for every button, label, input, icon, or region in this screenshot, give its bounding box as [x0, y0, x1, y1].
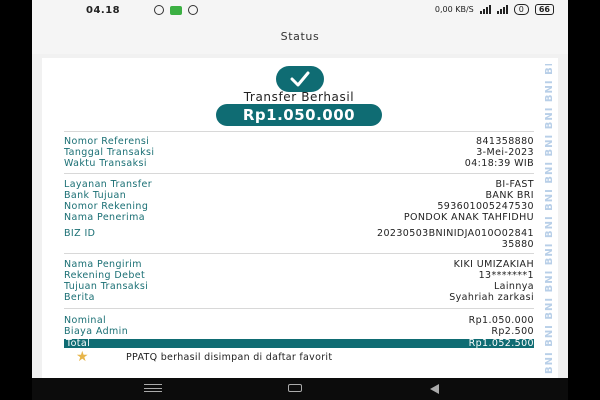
detail-label: Waktu Transaksi	[64, 158, 147, 169]
favorite-notice: ★ PPATQ berhasil disimpan di daftar favo…	[64, 350, 534, 366]
check-icon	[290, 71, 310, 87]
detail-value: BANK BRI	[485, 190, 534, 201]
notification-icons	[154, 5, 198, 15]
divider	[64, 173, 534, 174]
detail-value: Rp2.500	[491, 326, 534, 337]
detail-value: 3-Mei-2023	[476, 147, 534, 158]
detail-row-biz: BIZ ID 20230503BNINIDJA010O02841 35880	[64, 228, 534, 250]
detail-label: BIZ ID	[64, 228, 96, 239]
detail-row: Nominal Rp1.050.000	[64, 315, 534, 326]
detail-value: 841358880	[476, 136, 534, 147]
detail-row: Nomor Rekening 593601005247530	[64, 201, 534, 212]
detail-label: Nama Penerima	[64, 212, 145, 223]
detail-row: Bank Tujuan BANK BRI	[64, 190, 534, 201]
detail-value: KIKI UMIZAKIAH	[453, 259, 534, 270]
detail-label: Tujuan Transaksi	[64, 281, 149, 292]
navigation-bar	[32, 378, 568, 400]
detail-value: Rp1.050.000	[468, 315, 534, 326]
detail-label: Layanan Transfer	[64, 179, 153, 190]
detail-value: 04:18:39 WIB	[464, 158, 534, 169]
status-pill: 0	[513, 4, 529, 15]
detail-row: Berita Syahriah zarkasi	[64, 292, 534, 303]
detail-label: Rekening Debet	[64, 270, 146, 281]
success-title: Transfer Berhasil	[243, 90, 355, 104]
app-notification-icon	[170, 5, 182, 15]
clock: 04.18	[86, 5, 121, 16]
whatsapp-icon	[154, 5, 164, 15]
detail-row: Biaya Admin Rp2.500	[64, 326, 534, 337]
divider	[64, 308, 534, 309]
detail-value: Syahriah zarkasi	[449, 292, 534, 303]
detail-label: Nomor Rekening	[64, 201, 149, 212]
detail-value-cont: 35880	[501, 239, 534, 250]
divider	[64, 253, 534, 254]
recent-apps-icon[interactable]	[144, 384, 162, 392]
detail-row: Tanggal Transaksi 3-Mei-2023	[64, 147, 534, 158]
detail-value: Lainnya	[493, 281, 534, 292]
detail-row: Tujuan Transaksi Lainnya	[64, 281, 534, 292]
settings-notification-icon	[188, 5, 198, 15]
detail-row: Rekening Debet 13*******1	[64, 270, 534, 281]
page-title: Status	[280, 30, 320, 43]
success-badge	[276, 66, 324, 92]
detail-label: Nomor Referensi	[64, 136, 150, 147]
total-row: Total Rp1.052.500	[64, 339, 534, 348]
phone-screen: 04.18 0,00 KB/S 0 66 Status BNI BNI BNI …	[32, 0, 568, 400]
detail-row: Nama Pengirim KIKI UMIZAKIAH	[64, 259, 534, 270]
network-speed: 0,00 KB/S	[434, 5, 474, 14]
receipt-card: BNI BNI BNI BNI BNI BNI BNI BNI BNI BNI …	[42, 58, 558, 378]
total-label: Total	[66, 338, 91, 349]
bni-watermark: BNI BNI BNI BNI BNI BNI BNI BNI BNI BNI …	[544, 64, 555, 374]
signal-icon-2	[496, 5, 508, 14]
detail-label: Nama Pengirim	[64, 259, 142, 270]
detail-label: Biaya Admin	[64, 326, 129, 337]
divider	[64, 131, 534, 132]
detail-value: BI-FAST	[495, 179, 534, 190]
detail-label: Berita	[64, 292, 95, 303]
detail-label: Nominal	[64, 315, 107, 326]
back-icon[interactable]	[430, 384, 439, 394]
battery-icon: 66	[534, 4, 554, 15]
detail-label: Tanggal Transaksi	[64, 147, 155, 158]
detail-row: Waktu Transaksi 04:18:39 WIB	[64, 158, 534, 169]
favorite-text: PPATQ berhasil disimpan di daftar favori…	[126, 352, 333, 363]
detail-row: Nama Penerima PONDOK ANAK TAHFIDHU	[64, 212, 534, 223]
home-icon[interactable]	[288, 384, 302, 392]
detail-label: Bank Tujuan	[64, 190, 127, 201]
total-value: Rp1.052.500	[468, 338, 534, 349]
detail-value: PONDOK ANAK TAHFIDHU	[403, 212, 534, 223]
page-header: Status	[32, 22, 568, 54]
detail-value: 13*******1	[478, 270, 534, 281]
detail-row: Layanan Transfer BI-FAST	[64, 179, 534, 190]
transfer-amount: Rp1.050.000	[216, 104, 382, 126]
system-indicators: 0,00 KB/S 0 66	[435, 4, 554, 15]
detail-row: Nomor Referensi 841358880	[64, 136, 534, 147]
star-icon: ★	[76, 349, 89, 365]
signal-icon	[479, 5, 491, 14]
detail-value: 20230503BNINIDJA010O02841	[377, 228, 534, 239]
detail-value: 593601005247530	[437, 201, 534, 212]
status-bar: 04.18 0,00 KB/S 0 66	[32, 0, 568, 22]
receipt-content: Transfer Berhasil Rp1.050.000 Nomor Refe…	[64, 58, 534, 378]
